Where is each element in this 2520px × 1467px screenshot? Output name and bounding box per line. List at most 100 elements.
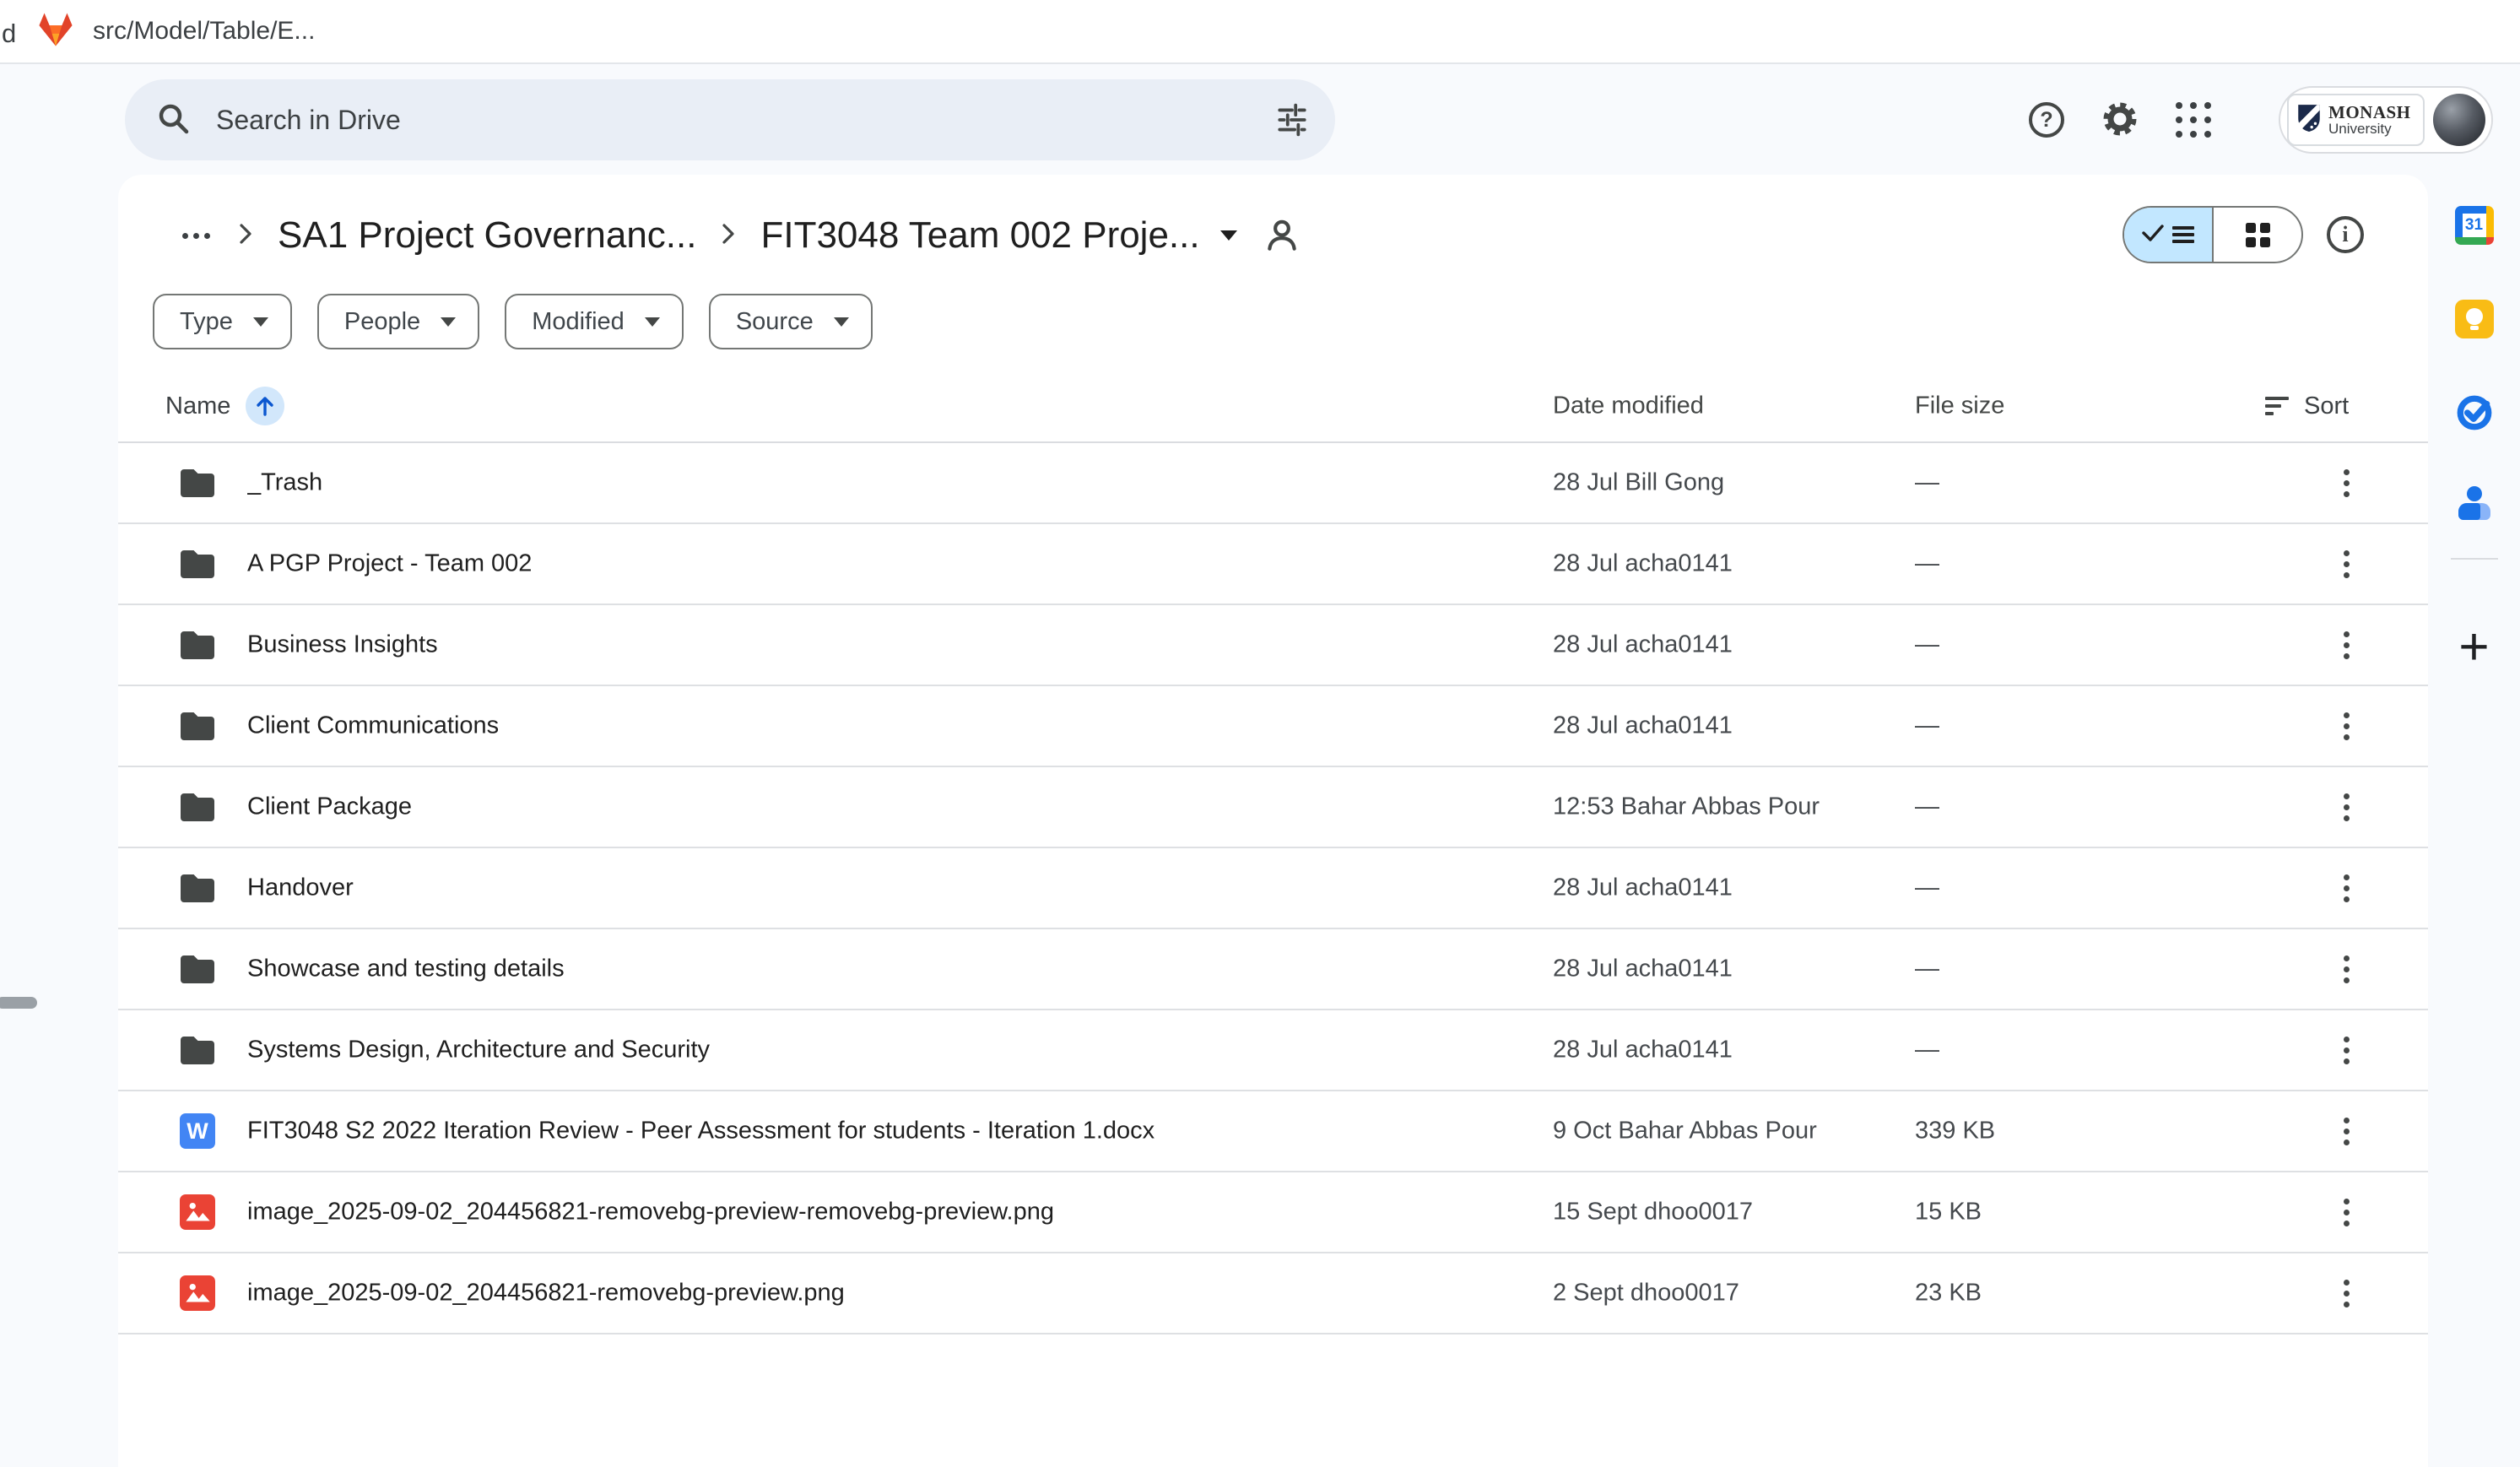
row-more-options-button[interactable] xyxy=(2326,1030,2366,1070)
file-size: — xyxy=(1915,712,1939,740)
column-header-file-size[interactable]: File size xyxy=(1915,392,2004,420)
drive-content-card: SA1 Project Governanc... FIT3048 Team 00… xyxy=(118,175,2428,1467)
file-name: Business Insights xyxy=(247,631,438,659)
drive-app: ? xyxy=(0,64,2520,1467)
settings-button[interactable] xyxy=(2100,99,2140,142)
file-type-icon xyxy=(180,1194,215,1230)
file-date: 28 Jul acha0141 xyxy=(1553,955,1733,983)
row-more-options-button[interactable] xyxy=(2326,463,2366,503)
file-size: 15 KB xyxy=(1915,1199,1982,1226)
gear-icon xyxy=(2100,99,2140,142)
keep-icon[interactable] xyxy=(2455,300,2494,338)
organization-name: MONASH University xyxy=(2328,104,2411,137)
gitlab-favicon-icon xyxy=(37,12,74,51)
table-row[interactable]: FIT3048 S2 2022 Iteration Review - Peer … xyxy=(118,1091,2428,1172)
row-more-options-button[interactable] xyxy=(2326,1111,2366,1151)
table-row[interactable]: image_2025-09-02_204456821-removebg-prev… xyxy=(118,1172,2428,1253)
filter-chip[interactable]: Modified xyxy=(505,294,684,349)
file-size: — xyxy=(1915,469,1939,497)
advanced-search-tune-icon[interactable] xyxy=(1274,102,1310,138)
current-folder-title: FIT3048 Team 002 Proje... xyxy=(760,214,1199,257)
breadcrumb-parent-folder[interactable]: SA1 Project Governanc... xyxy=(278,214,696,257)
row-more-options-button[interactable] xyxy=(2326,544,2366,584)
file-name: image_2025-09-02_204456821-removebg-prev… xyxy=(247,1280,845,1307)
file-size: — xyxy=(1915,1037,1939,1064)
table-row[interactable]: Showcase and testing details 28 Jul acha… xyxy=(118,929,2428,1010)
share-members-button[interactable] xyxy=(1263,216,1301,255)
file-name: FIT3048 S2 2022 Iteration Review - Peer … xyxy=(247,1118,1155,1145)
file-date: 28 Jul acha0141 xyxy=(1553,550,1733,578)
file-type-icon xyxy=(180,546,215,582)
filter-chip-label: Modified xyxy=(532,308,625,336)
row-more-options-button[interactable] xyxy=(2326,1273,2366,1313)
google-apps-button[interactable] xyxy=(2176,102,2211,138)
file-size: — xyxy=(1915,550,1939,578)
details-info-button[interactable]: i xyxy=(2327,216,2364,253)
table-row[interactable]: image_2025-09-02_204456821-removebg-prev… xyxy=(118,1253,2428,1334)
file-size: 23 KB xyxy=(1915,1280,1982,1307)
filter-chip-label: Source xyxy=(736,308,814,336)
file-date: 9 Oct Bahar Abbas Pour xyxy=(1553,1118,1817,1145)
row-more-options-button[interactable] xyxy=(2326,787,2366,827)
file-date: 28 Jul acha0141 xyxy=(1553,874,1733,902)
sort-icon xyxy=(2265,392,2289,420)
filter-chip[interactable]: Type xyxy=(153,294,292,349)
rail-divider xyxy=(2451,558,2498,560)
file-date: 28 Jul acha0141 xyxy=(1553,1037,1733,1064)
scrollbar-handle[interactable] xyxy=(0,997,37,1009)
row-more-options-button[interactable] xyxy=(2326,868,2366,908)
row-more-options-button[interactable] xyxy=(2326,706,2366,746)
chevron-right-icon xyxy=(722,223,735,249)
row-more-options-button[interactable] xyxy=(2326,949,2366,989)
file-date: 28 Jul acha0141 xyxy=(1553,712,1733,740)
help-button[interactable]: ? xyxy=(2029,102,2064,138)
table-row[interactable]: Client Package 12:53 Bahar Abbas Pour — xyxy=(118,767,2428,848)
image-file-icon xyxy=(180,1275,215,1311)
sort-menu-button[interactable]: Sort xyxy=(2265,371,2349,441)
file-size: — xyxy=(1915,874,1939,902)
word-document-icon xyxy=(180,1113,215,1149)
search-input[interactable] xyxy=(216,105,1274,136)
contacts-icon[interactable] xyxy=(2455,486,2494,522)
browser-tab-bar: d src/Model/Table/E... xyxy=(0,0,2520,64)
file-name: Systems Design, Architecture and Securit… xyxy=(247,1037,710,1064)
file-type-icon xyxy=(180,1113,215,1149)
column-header-name[interactable]: Name xyxy=(165,392,230,420)
folder-icon xyxy=(181,712,214,740)
table-row[interactable]: Systems Design, Architecture and Securit… xyxy=(118,1010,2428,1091)
folder-icon xyxy=(181,631,214,659)
row-more-options-button[interactable] xyxy=(2326,1192,2366,1232)
file-name: _Trash xyxy=(247,469,322,497)
row-more-options-button[interactable] xyxy=(2326,625,2366,665)
file-date: 12:53 Bahar Abbas Pour xyxy=(1553,793,1820,821)
breadcrumb-current-folder[interactable]: FIT3048 Team 002 Proje... xyxy=(760,214,1236,257)
filter-chip-label: Type xyxy=(180,308,233,336)
file-date: 2 Sept dhoo0017 xyxy=(1553,1280,1739,1307)
calendar-icon[interactable]: 31 xyxy=(2455,206,2494,245)
chevron-down-icon xyxy=(441,317,456,327)
list-view-toggle-selected[interactable] xyxy=(2124,208,2214,262)
filter-chip[interactable]: People xyxy=(317,294,479,349)
table-row[interactable]: Client Communications 28 Jul acha0141 — xyxy=(118,686,2428,767)
file-size: — xyxy=(1915,793,1939,821)
grid-view-toggle[interactable] xyxy=(2214,208,2301,262)
table-row[interactable]: A PGP Project - Team 002 28 Jul acha0141… xyxy=(118,524,2428,605)
sort-direction-button[interactable] xyxy=(246,387,284,425)
column-header-date-modified[interactable]: Date modified xyxy=(1553,392,1704,420)
file-name: Client Communications xyxy=(247,712,499,740)
breadcrumb-overflow-button[interactable] xyxy=(179,225,214,247)
browser-tab[interactable]: src/Model/Table/E... xyxy=(37,0,315,62)
image-file-icon xyxy=(180,1194,215,1230)
folder-icon xyxy=(181,550,214,578)
tab-title: src/Model/Table/E... xyxy=(93,17,315,46)
filter-chip[interactable]: Source xyxy=(709,294,873,349)
table-row[interactable]: _Trash 28 Jul Bill Gong — xyxy=(118,443,2428,524)
file-name: Client Package xyxy=(247,793,412,821)
filter-chips: Type People Modified Source xyxy=(153,294,873,349)
file-type-icon xyxy=(180,708,215,744)
get-addons-plus-button[interactable]: + xyxy=(2458,621,2489,674)
table-row[interactable]: Handover 28 Jul acha0141 — xyxy=(118,848,2428,929)
table-row[interactable]: Business Insights 28 Jul acha0141 — xyxy=(118,605,2428,686)
search-bar xyxy=(125,79,1335,160)
tasks-icon[interactable] xyxy=(2455,393,2494,432)
